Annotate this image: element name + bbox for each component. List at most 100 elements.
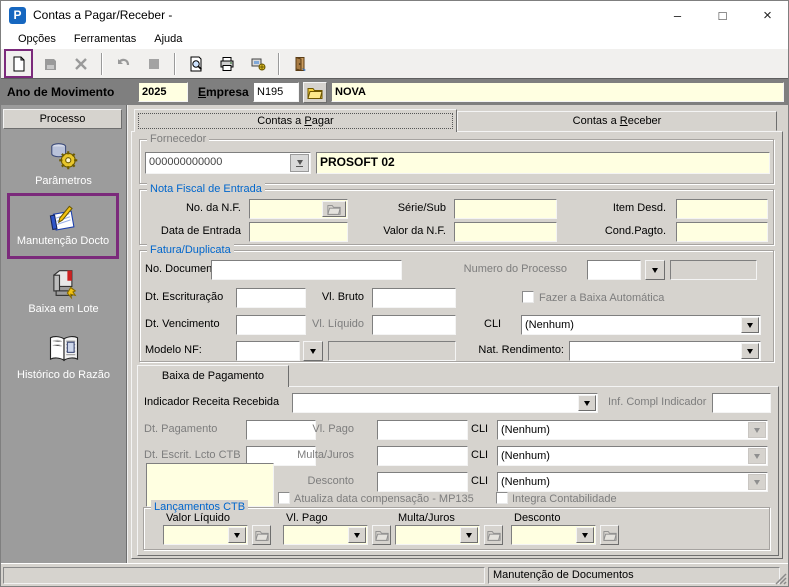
indicador-combobox[interactable] xyxy=(292,393,598,413)
status-panel-left xyxy=(3,567,485,584)
company-label: Empresa xyxy=(198,83,249,101)
desconto-input[interactable] xyxy=(377,472,468,492)
vl-pago-browse-button xyxy=(372,525,391,545)
chevron-down-icon xyxy=(310,349,316,354)
dropdown-button[interactable] xyxy=(460,527,478,543)
window-title: Contas a Pagar/Receber - xyxy=(33,8,172,22)
company-browse-button[interactable] xyxy=(303,82,327,103)
sidebar-item-manutencao-docto[interactable]: Manutenção Docto xyxy=(7,193,119,259)
sidebar-item-label: Histórico do Razão xyxy=(17,369,110,381)
modelo-nf-input[interactable] xyxy=(236,341,300,361)
vl-pago-input[interactable] xyxy=(377,420,468,440)
dropdown-button[interactable] xyxy=(576,527,594,543)
ledger-book-icon xyxy=(46,331,82,367)
undo-icon xyxy=(115,56,131,72)
cond-pagto-input[interactable] xyxy=(676,222,768,242)
dt-pagamento-label: Dt. Pagamento xyxy=(144,420,217,438)
process-sidebar: Processo Parâmetros Manutenção Docto xyxy=(1,105,127,564)
menu-opcoes[interactable]: Opções xyxy=(9,29,65,49)
close-button[interactable]: × xyxy=(745,1,789,29)
company-code-input[interactable]: N195 xyxy=(253,82,299,102)
sidebar-header[interactable]: Processo xyxy=(3,109,122,129)
data-entrada-input[interactable] xyxy=(249,222,348,242)
print-preview-button[interactable] xyxy=(183,51,208,76)
chevron-down-icon xyxy=(234,533,240,538)
valor-nf-input[interactable] xyxy=(454,222,557,242)
sidebar-item-label: Parâmetros xyxy=(35,175,92,187)
tab-baixa-de-pagamento[interactable]: Baixa de Pagamento xyxy=(137,365,289,387)
tab-contas-a-pagar[interactable]: Contas a Pagar xyxy=(134,109,457,132)
process-button[interactable] xyxy=(245,51,270,76)
modelo-nf-dropdown-button[interactable] xyxy=(303,341,323,361)
multa-juros-input[interactable] xyxy=(377,446,468,466)
dt-vencimento-label: Dt. Vencimento xyxy=(145,315,220,333)
chevron-down-icon xyxy=(354,533,360,538)
maximize-button[interactable]: □ xyxy=(700,1,745,29)
fornecedor-group: Fornecedor 000000000000 PROSOFT 02 xyxy=(139,139,774,184)
menu-ajuda[interactable]: Ajuda xyxy=(145,29,191,49)
new-document-button[interactable] xyxy=(6,51,31,76)
highlight-box-new xyxy=(4,49,33,78)
dt-escrit-lcto-label: Dt. Escrit. Lcto CTB xyxy=(144,446,241,464)
vl-liquido-input[interactable] xyxy=(372,315,456,335)
stop-button xyxy=(141,51,166,76)
print-button[interactable] xyxy=(214,51,239,76)
vl-bruto-input[interactable] xyxy=(372,288,456,308)
dropdown-button[interactable] xyxy=(741,343,759,359)
exit-button[interactable] xyxy=(287,51,312,76)
minimize-button[interactable]: – xyxy=(655,1,700,29)
tab-contas-a-receber[interactable]: Contas a Receber xyxy=(457,111,777,131)
cli-combobox[interactable]: (Nenhum) xyxy=(521,315,761,335)
multa-juros-label: Multa/Juros xyxy=(288,446,354,464)
contas-a-pagar-page: Fornecedor 000000000000 PROSOFT 02 Nota … xyxy=(131,131,783,559)
tab-label: Contas a Receber xyxy=(573,115,662,127)
sidebar-item-parametros[interactable]: Parâmetros xyxy=(1,139,126,187)
item-desd-input[interactable] xyxy=(676,199,768,219)
company-name-field[interactable]: NOVA xyxy=(331,82,784,102)
stop-icon xyxy=(146,56,162,72)
numero-processo-dropdown-button[interactable] xyxy=(645,260,665,280)
valor-liquido-combobox[interactable] xyxy=(163,525,248,545)
sidebar-item-baixa-em-lote[interactable]: Baixa em Lote xyxy=(1,265,126,315)
chevron-down-icon xyxy=(297,160,303,165)
dt-escrituracao-input[interactable] xyxy=(236,288,306,308)
exit-door-icon xyxy=(292,56,308,72)
nat-rendimento-combobox[interactable] xyxy=(569,341,761,361)
dropdown-button[interactable] xyxy=(228,527,246,543)
cli-label: CLI xyxy=(484,315,501,333)
print-preview-icon xyxy=(188,56,204,72)
chevron-down-icon xyxy=(584,401,590,406)
chevron-down-icon xyxy=(652,268,658,273)
no-documento-label: No. Documento xyxy=(145,260,221,278)
vl-pago-combobox[interactable] xyxy=(283,525,368,545)
menu-ferramentas[interactable]: Ferramentas xyxy=(65,29,145,49)
sidebar-item-historico-razao[interactable]: Histórico do Razão xyxy=(1,331,126,381)
dropdown-button[interactable] xyxy=(741,317,759,333)
lancamentos-group: Lançamentos CTB Valor Líquido Vl. Pago xyxy=(143,507,770,550)
chevron-down-icon xyxy=(466,533,472,538)
serie-sub-input[interactable] xyxy=(454,199,557,219)
year-company-bar: Ano de Movimento 2025 Empresa N195 NOVA xyxy=(1,78,788,106)
batch-printer-icon xyxy=(46,265,82,301)
dropdown-button[interactable] xyxy=(290,154,309,172)
desconto-combobox[interactable] xyxy=(511,525,596,545)
nat-rendimento-label: Nat. Rendimento: xyxy=(472,341,564,359)
dropdown-button[interactable] xyxy=(348,527,366,543)
nf-number-input[interactable] xyxy=(249,199,348,219)
inf-compl-input[interactable] xyxy=(712,393,771,413)
no-documento-input[interactable] xyxy=(211,260,402,280)
undo-button xyxy=(110,51,135,76)
chevron-down-icon xyxy=(747,349,753,354)
fornecedor-code-combobox[interactable]: 000000000000 xyxy=(145,152,311,174)
numero-processo-input[interactable] xyxy=(587,260,641,280)
multa-juros-combobox[interactable] xyxy=(395,525,480,545)
chevron-down-icon xyxy=(754,428,760,433)
open-folder-icon xyxy=(307,86,323,99)
year-input[interactable]: 2025 xyxy=(138,82,188,102)
fornecedor-name-field[interactable]: PROSOFT 02 xyxy=(316,152,770,174)
dropdown-button[interactable] xyxy=(578,395,596,411)
dt-vencimento-input[interactable] xyxy=(236,315,306,335)
resize-grip[interactable] xyxy=(774,572,787,585)
numero-processo-desc-field xyxy=(670,260,757,280)
cli2-combobox: (Nenhum) xyxy=(497,446,768,466)
